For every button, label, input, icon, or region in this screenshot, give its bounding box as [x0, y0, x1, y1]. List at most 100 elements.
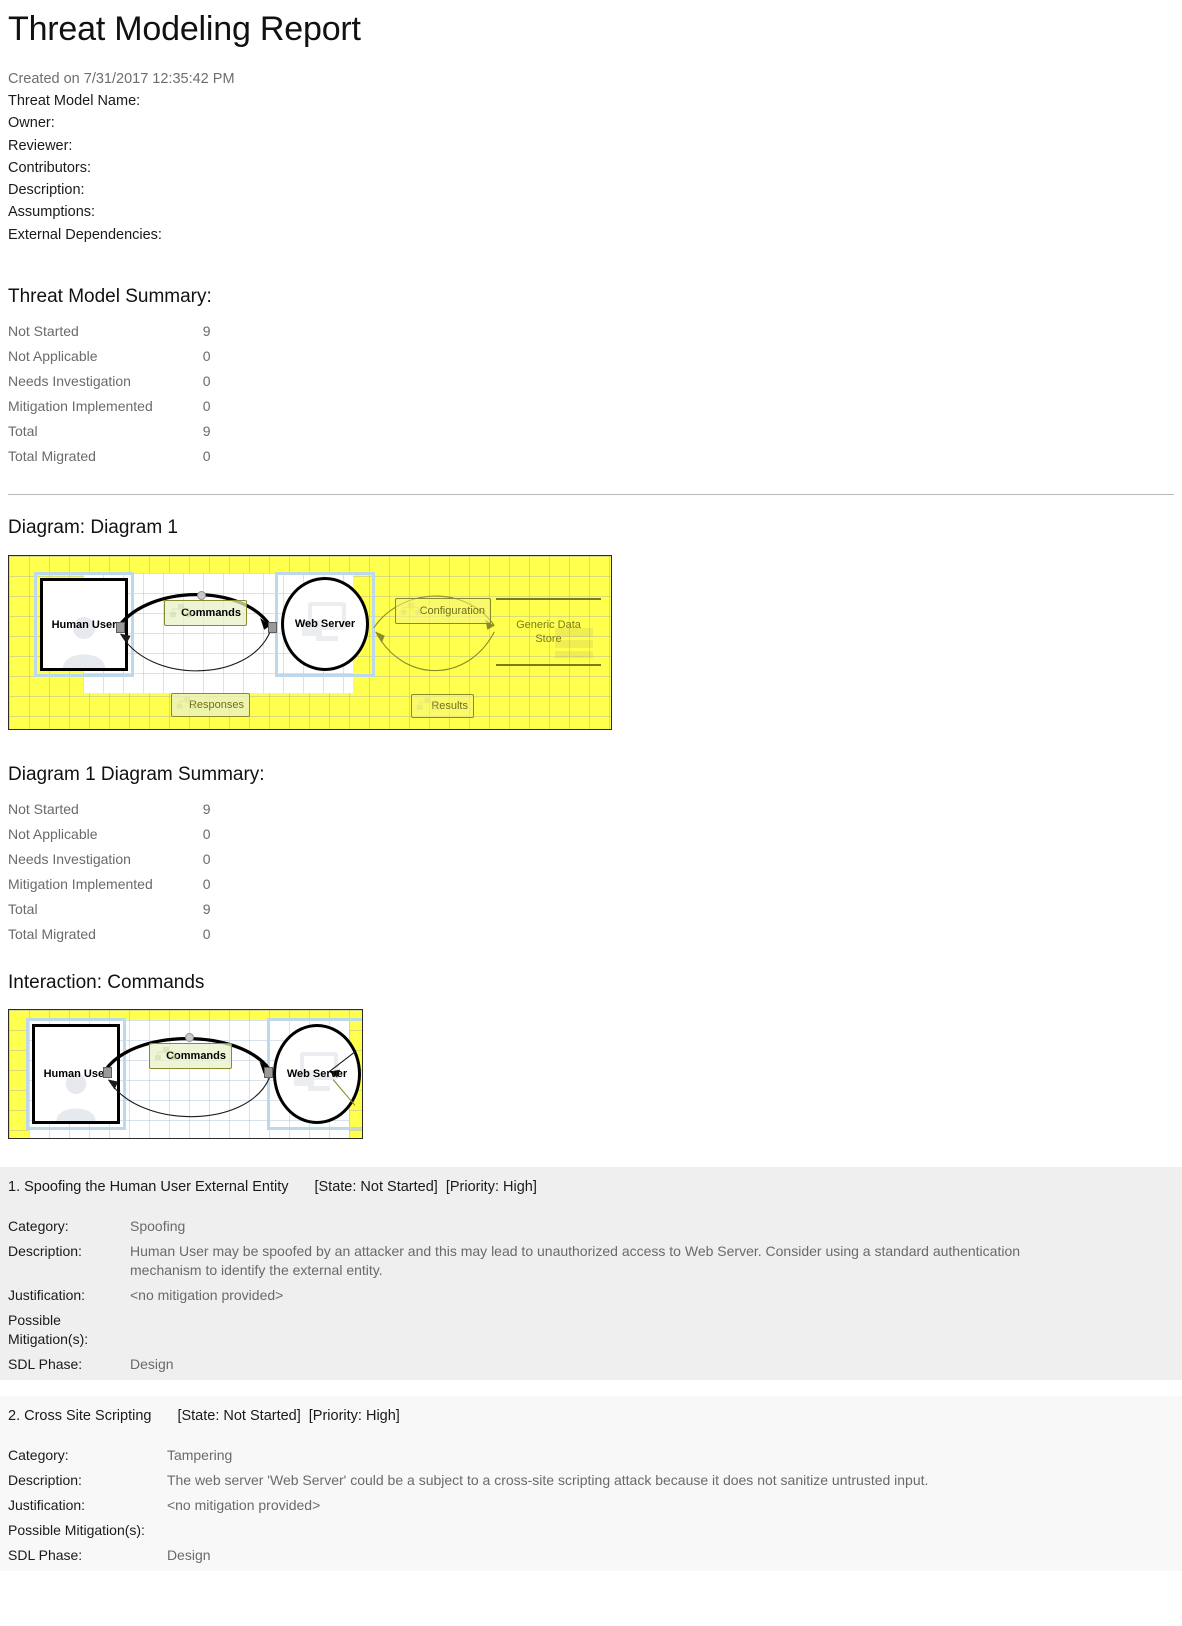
dataflow-icon: [400, 602, 422, 615]
field-external-dependencies: External Dependencies:: [8, 226, 162, 243]
summary-label: Not Applicable: [8, 826, 98, 843]
summary-row: Total 9: [8, 422, 211, 447]
threat-2-description-key: Description:: [8, 1472, 82, 1489]
flow-label-results[interactable]: Results: [411, 694, 474, 719]
threat-1-justification-key: Justification:: [8, 1287, 86, 1304]
summary-value: 9: [202, 901, 211, 918]
datastore-line-2: Store: [535, 633, 562, 646]
threat-1-mitigation-key-line1: Possible: [8, 1312, 61, 1329]
threat-detail-row: Justification: <no mitigation provided>: [8, 1496, 928, 1521]
report-metadata: Created on 7/31/2017 12:35:42 PM Threat …: [8, 71, 1174, 246]
field-description: Description:: [8, 182, 85, 199]
threat-2-priority: [Priority: High]: [308, 1408, 400, 1425]
field-owner: Owner:: [8, 115, 55, 132]
flow-endpoint-handle[interactable]: [268, 622, 277, 634]
flow-midpoint-handle[interactable]: [185, 1033, 194, 1043]
interaction-heading: Interaction: Commands: [8, 972, 205, 994]
web-server-label: Web Server: [286, 1068, 348, 1081]
threat-2-description-value: The web server 'Web Server' could be a s…: [166, 1472, 929, 1489]
threat-2-title: 2. Cross Site Scripting: [8, 1408, 152, 1425]
summary-row: Total 9: [8, 900, 211, 925]
summary-value: 9: [202, 423, 211, 440]
summary-value: 0: [202, 926, 211, 943]
summary-row: Not Applicable 0: [8, 347, 211, 372]
threat-1-mitigation-key: Possible Mitigation(s):: [8, 1311, 130, 1355]
summary-row: Needs Investigation 0: [8, 850, 211, 875]
created-on-text: Created on 7/31/2017 12:35:42 PM: [8, 71, 235, 87]
diagram-summary-heading: Diagram 1 Diagram Summary:: [8, 764, 265, 786]
summary-row: Not Applicable 0: [8, 825, 211, 850]
field-threat-model-name: Threat Model Name:: [8, 93, 141, 109]
summary-label: Total: [8, 901, 38, 918]
summary-row: Mitigation Implemented 0: [8, 875, 211, 900]
page-title: Threat Modeling Report: [8, 10, 361, 48]
threat-1-description-key: Description:: [8, 1243, 82, 1260]
summary-label: Total Migrated: [8, 926, 96, 943]
flow-endpoint-handle[interactable]: [103, 1067, 112, 1079]
threat-2-category-key: Category:: [8, 1447, 69, 1464]
summary-label: Not Applicable: [8, 348, 98, 365]
threat-detail-row: SDL Phase: Design: [8, 1355, 1070, 1380]
summary-value: 0: [202, 876, 211, 893]
diagram-summary-table: Not Started 9 Not Applicable 0 Needs Inv…: [8, 800, 211, 950]
dataflow-icon: [416, 697, 438, 710]
dataflow-icon: [176, 696, 198, 709]
threat-model-summary-table: Not Started 9 Not Applicable 0 Needs Inv…: [8, 322, 211, 472]
summary-row: Mitigation Implemented 0: [8, 397, 211, 422]
threat-detail-row: Description: The web server 'Web Server'…: [8, 1471, 928, 1496]
threat-1-category-key: Category:: [8, 1218, 69, 1235]
interaction-canvas[interactable]: Human User Web Server Commands: [8, 1009, 363, 1140]
summary-row: Total Migrated 0: [8, 447, 211, 472]
flow-label-commands[interactable]: Commands: [149, 1043, 232, 1070]
threat-2-mitigation-key: Possible Mitigation(s):: [8, 1522, 145, 1539]
flow-label-commands[interactable]: Commands: [164, 600, 247, 627]
human-user-label: Human User: [43, 1068, 109, 1081]
field-reviewer: Reviewer:: [8, 137, 73, 154]
threat-1-description-value: Human User may be spoofed by an attacker…: [130, 1243, 1021, 1279]
diagram-1-canvas[interactable]: Human User Web Server Generic Data Store…: [8, 555, 612, 731]
summary-value: 0: [202, 826, 211, 843]
threat-1-sdl-key: SDL Phase:: [8, 1356, 83, 1373]
threat-1-mitigation-key-line2: Mitigation(s):: [8, 1331, 89, 1348]
summary-label: Total Migrated: [8, 448, 96, 465]
summary-value: 9: [202, 323, 211, 340]
threat-1-state: [State: Not Started]: [314, 1179, 438, 1196]
flow-label-configuration-text: Configuration: [419, 605, 485, 618]
dataflow-icon: [170, 604, 192, 618]
threat-item-1: 1. Spoofing the Human User External Enti…: [0, 1167, 1182, 1381]
summary-row: Total Migrated 0: [8, 925, 211, 950]
generic-data-store-label: Generic Data Store: [516, 618, 581, 646]
threat-detail-row: SDL Phase: Design: [8, 1546, 928, 1571]
dataflow-icon: [155, 1047, 177, 1061]
summary-label: Mitigation Implemented: [8, 876, 153, 893]
threat-detail-row: Description: Human User may be spoofed b…: [8, 1242, 1070, 1286]
summary-value: 0: [202, 448, 211, 465]
threat-item-2: 2. Cross Site Scripting [State: Not Start…: [0, 1396, 1182, 1572]
flow-label-configuration[interactable]: Configuration: [395, 598, 491, 625]
threat-2-mitigation-value: [145, 1521, 928, 1546]
field-contributors: Contributors:: [8, 159, 92, 176]
flow-label-responses[interactable]: Responses: [171, 693, 250, 718]
flow-midpoint-handle[interactable]: [197, 591, 206, 601]
threat-detail-row: Justification: <no mitigation provided>: [8, 1286, 1070, 1311]
threat-2-justification-key: Justification:: [8, 1497, 86, 1514]
threat-1-details: Category: Spoofing Description: Human Us…: [8, 1217, 1070, 1380]
summary-label: Total: [8, 423, 38, 440]
report-page: Threat Modeling Report Created on 7/31/2…: [0, 10, 1182, 1572]
threat-2-header: 2. Cross Site Scripting [State: Not Start…: [8, 1396, 1174, 1424]
threat-2-justification-value: <no mitigation provided>: [166, 1497, 321, 1514]
interaction-canvas-wrap: Human User Web Server Commands: [8, 1009, 1174, 1140]
summary-label: Needs Investigation: [8, 373, 131, 390]
threat-2-category-value: Tampering: [166, 1447, 233, 1464]
flow-endpoint-handle[interactable]: [264, 1067, 273, 1079]
threat-1-header: 1. Spoofing the Human User External Enti…: [8, 1167, 1174, 1195]
flow-endpoint-handle[interactable]: [116, 622, 125, 634]
diagram-heading: Diagram: Diagram 1: [8, 517, 178, 539]
summary-value: 0: [202, 398, 211, 415]
threat-detail-row: Possible Mitigation(s):: [8, 1521, 928, 1546]
threat-1-category-value: Spoofing: [130, 1218, 186, 1235]
threat-2-sdl-key: SDL Phase:: [8, 1547, 83, 1564]
summary-label: Mitigation Implemented: [8, 398, 153, 415]
summary-value: 0: [202, 851, 211, 868]
threat-detail-row: Category: Tampering: [8, 1446, 928, 1471]
